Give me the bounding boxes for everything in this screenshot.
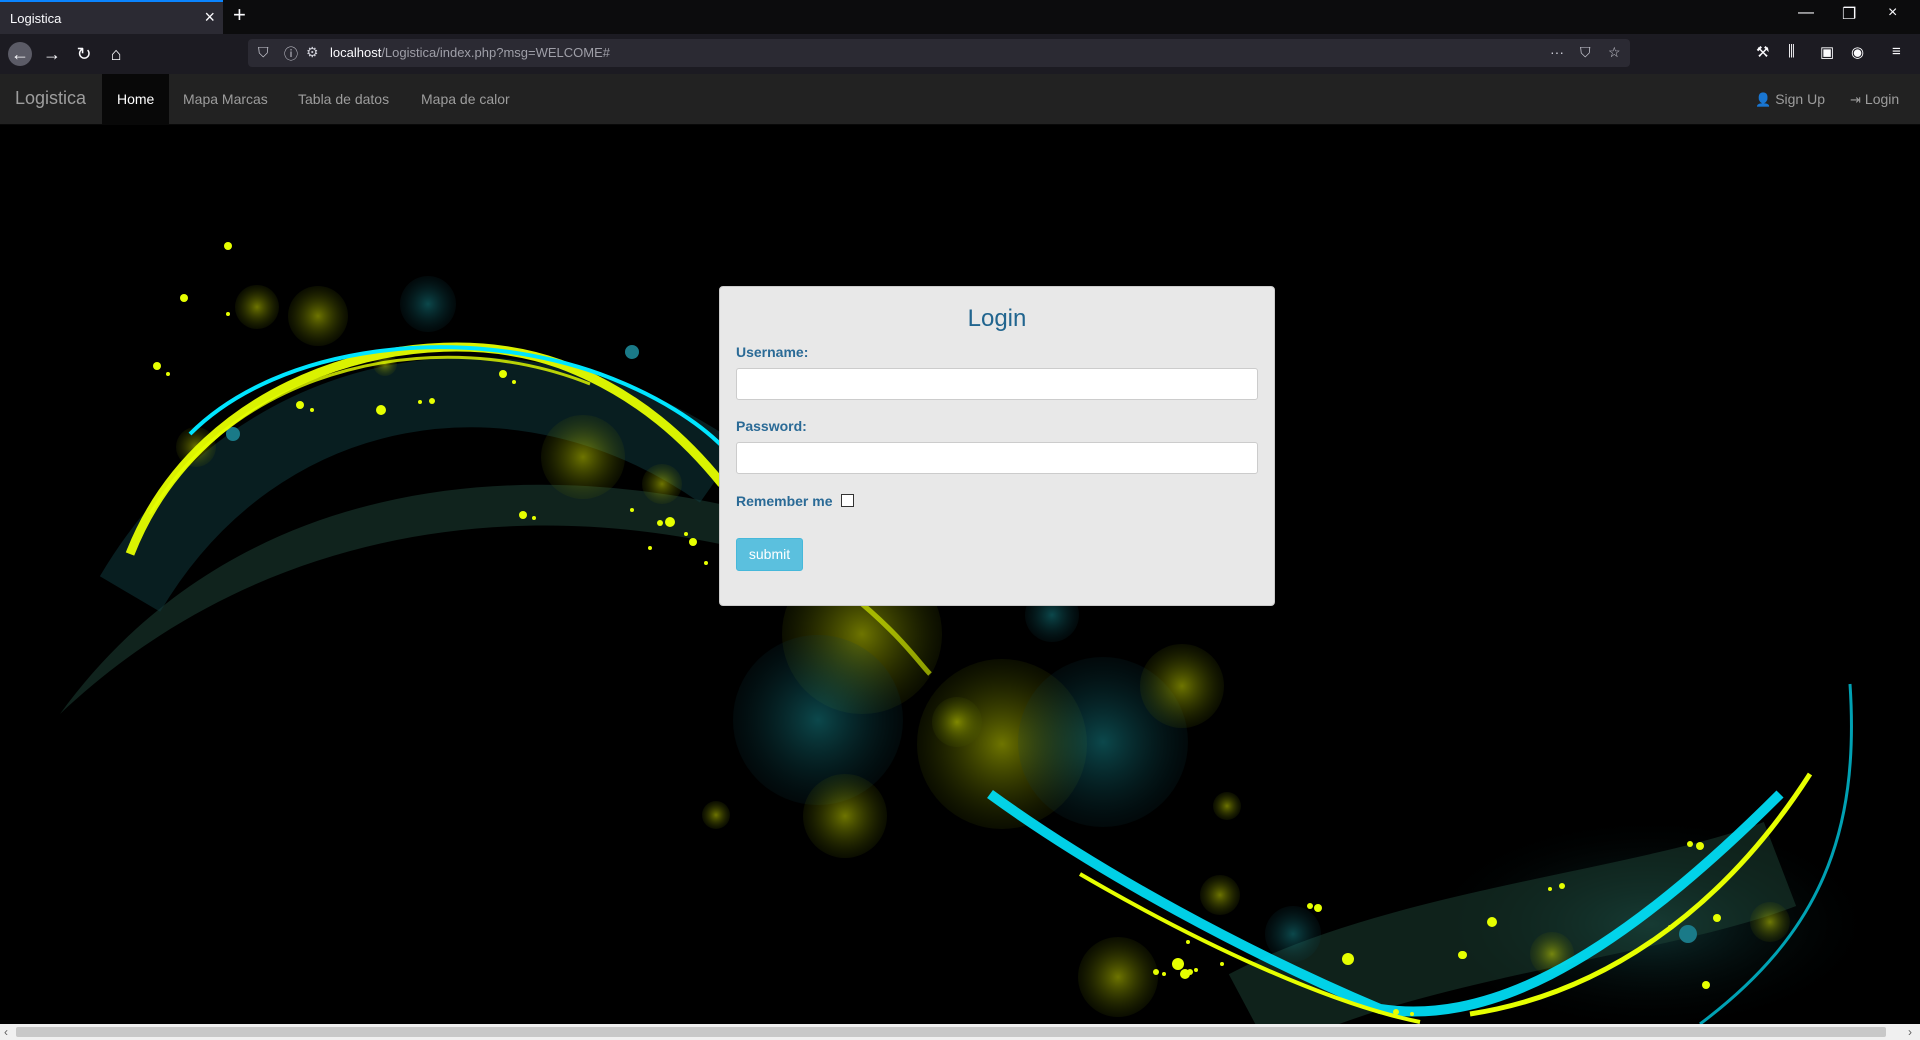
user-icon: 👤	[1755, 92, 1772, 107]
scroll-left-icon[interactable]: ‹	[4, 1025, 8, 1039]
browser-tab-bar: Logistica × + — ❐ ×	[0, 0, 1920, 34]
url-bar[interactable]: ⛉ ⓘ ⚙ localhost/Logistica/index.php?msg=…	[248, 39, 1630, 67]
nav-tabla-de-datos[interactable]: Tabla de datos	[283, 74, 404, 124]
username-input[interactable]	[736, 368, 1258, 400]
tools-icon[interactable]: ⚒	[1756, 43, 1769, 61]
account-icon[interactable]: ◉	[1851, 43, 1864, 61]
tab-title: Logistica	[10, 11, 62, 26]
scrollbar-thumb[interactable]	[16, 1027, 1886, 1037]
sidebar-icon[interactable]: ▣	[1820, 43, 1834, 61]
nav-login[interactable]: ⇥ Login	[1835, 74, 1914, 124]
home-icon[interactable]: ⌂	[104, 42, 128, 66]
reload-icon[interactable]: ↻	[72, 42, 96, 66]
browser-tab[interactable]: Logistica ×	[0, 0, 223, 34]
password-label: Password:	[736, 418, 807, 434]
page-viewport: Logistica Home Mapa Marcas Tabla de dato…	[0, 74, 1920, 1024]
horizontal-scrollbar[interactable]: ‹ ›	[0, 1024, 1920, 1040]
submit-button[interactable]: submit	[736, 538, 803, 571]
browser-toolbar: ← → ↻ ⌂ ⛉ ⓘ ⚙ localhost/Logistica/index.…	[0, 34, 1920, 74]
site-navbar: Logistica Home Mapa Marcas Tabla de dato…	[0, 74, 1920, 125]
login-title: Login	[967, 305, 1027, 332]
url-path: /Logistica/index.php?msg=WELCOME#	[381, 45, 611, 60]
forward-icon[interactable]: →	[40, 42, 64, 66]
nav-sign-up[interactable]: 👤 Sign Up	[1740, 74, 1840, 124]
permissions-icon[interactable]: ⚙	[306, 44, 319, 61]
url-host: localhost	[330, 45, 382, 60]
minimize-icon[interactable]: —	[1798, 4, 1814, 22]
new-tab-icon[interactable]: +	[233, 4, 246, 26]
username-label: Username:	[736, 344, 809, 360]
menu-icon[interactable]: ≡	[1892, 43, 1901, 60]
remember-me-checkbox[interactable]	[841, 494, 854, 507]
nav-mapa-marcas[interactable]: Mapa Marcas	[168, 74, 283, 124]
bookmark-star-icon[interactable]: ☆	[1608, 44, 1621, 61]
login-icon: ⇥	[1850, 92, 1861, 107]
brand-logo[interactable]: Logistica	[15, 88, 86, 109]
window-close-icon[interactable]: ×	[1888, 4, 1897, 22]
url-text[interactable]: localhost/Logistica/index.php?msg=WELCOM…	[330, 45, 610, 60]
login-panel: Login Username: Password: Remember me su…	[719, 286, 1275, 606]
more-actions-icon[interactable]: ···	[1550, 44, 1564, 60]
restore-icon[interactable]: ❐	[1842, 4, 1856, 24]
pocket-icon[interactable]: ⛉	[1580, 44, 1591, 61]
library-icon[interactable]: ⫼	[1788, 43, 1795, 60]
remember-me-label: Remember me	[736, 493, 833, 509]
sign-up-label: Sign Up	[1775, 91, 1825, 107]
nav-home[interactable]: Home	[102, 74, 170, 124]
login-label: Login	[1864, 91, 1900, 107]
scroll-right-icon[interactable]: ›	[1908, 1025, 1912, 1039]
info-icon[interactable]: ⓘ	[284, 44, 298, 64]
back-icon[interactable]: ←	[8, 42, 32, 66]
password-input[interactable]	[736, 442, 1258, 474]
close-tab-icon[interactable]: ×	[204, 8, 215, 26]
nav-mapa-de-calor[interactable]: Mapa de calor	[406, 74, 525, 124]
shield-icon[interactable]: ⛉	[258, 44, 269, 61]
